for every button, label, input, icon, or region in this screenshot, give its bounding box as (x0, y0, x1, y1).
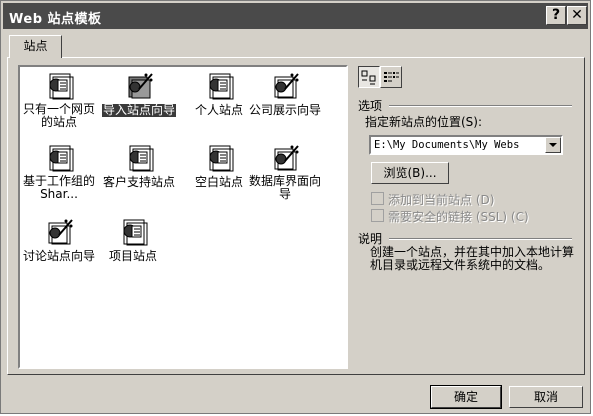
list-item-label: 客户支持站点 (102, 175, 175, 189)
chevron-down-icon (549, 143, 557, 147)
description-divider (389, 238, 572, 240)
wizard-icon (274, 145, 299, 171)
add-to-current-site-label: 添加到当前站点 (D) (388, 193, 495, 207)
list-view-icon (384, 72, 399, 82)
list-item-label: 个人站点 (194, 103, 243, 117)
list-item[interactable]: 项目站点 (93, 217, 173, 263)
options-divider (389, 105, 572, 107)
title-bar[interactable]: Web 站点模板 ? ✕ (3, 3, 588, 29)
dialog-window: Web 站点模板 ? ✕ 站点 只有一个网页的站点 导入站点向导 个人站点 公司… (0, 0, 591, 414)
cancel-button[interactable]: 取消 (509, 386, 583, 408)
list-item-label: 基于工作组的 Shar... (22, 174, 95, 201)
list-item[interactable]: 只有一个网页的站点 (19, 71, 99, 129)
browse-button[interactable]: 浏览(B)... (371, 162, 449, 184)
wizard-icon (128, 73, 153, 99)
list-item-label: 导入站点向导 (101, 103, 176, 117)
list-item[interactable]: 数据库界面向导 (245, 143, 325, 201)
list-item[interactable]: 基于工作组的 Shar... (19, 143, 99, 201)
require-ssl-checkbox[interactable] (371, 209, 384, 222)
list-item-label: 讨论站点向导 (22, 249, 95, 263)
options-heading: 选项 (358, 99, 383, 113)
web-page-icon (49, 145, 74, 172)
web-page-icon (209, 145, 234, 172)
list-item[interactable]: 客户支持站点 (99, 143, 179, 189)
location-value: E:\My Documents\My Webs (374, 139, 520, 151)
large-icons-view-button[interactable] (358, 66, 380, 88)
large-icons-icon (361, 70, 376, 85)
list-item[interactable]: 导入站点向导 (99, 71, 179, 117)
add-to-current-site-checkbox[interactable] (371, 192, 384, 205)
tab-sites[interactable]: 站点 (9, 35, 62, 58)
web-page-icon (49, 73, 74, 100)
web-page-icon (123, 219, 148, 246)
list-view-button[interactable] (380, 66, 402, 88)
combo-dropdown-button[interactable] (545, 137, 561, 153)
view-toggle (358, 66, 404, 88)
list-item[interactable]: 讨论站点向导 (19, 217, 99, 263)
web-page-icon (129, 145, 154, 172)
close-button[interactable]: ✕ (567, 6, 587, 25)
web-page-icon (209, 73, 234, 100)
location-combobox[interactable]: E:\My Documents\My Webs (369, 135, 563, 155)
wizard-icon (274, 73, 299, 99)
list-item-label: 项目站点 (108, 249, 157, 263)
list-item-label: 公司展示向导 (248, 103, 321, 117)
description-text: 创建一个站点，并在其中加入本地计算机目录或远程文件系统中的文档。 (370, 245, 575, 272)
help-button[interactable]: ? (546, 6, 566, 25)
require-ssl-label: 需要安全的链接 (SSL) (C) (388, 210, 529, 224)
list-item-label: 数据库界面向导 (248, 174, 321, 201)
list-item-label: 只有一个网页的站点 (22, 102, 95, 129)
wizard-icon (48, 219, 73, 245)
ok-button[interactable]: 确定 (430, 385, 502, 409)
list-item-label: 空白站点 (194, 175, 243, 189)
location-label: 指定新站点的位置(S): (365, 115, 483, 129)
list-item[interactable]: 公司展示向导 (245, 71, 325, 117)
window-title: Web 站点模板 (9, 12, 102, 27)
